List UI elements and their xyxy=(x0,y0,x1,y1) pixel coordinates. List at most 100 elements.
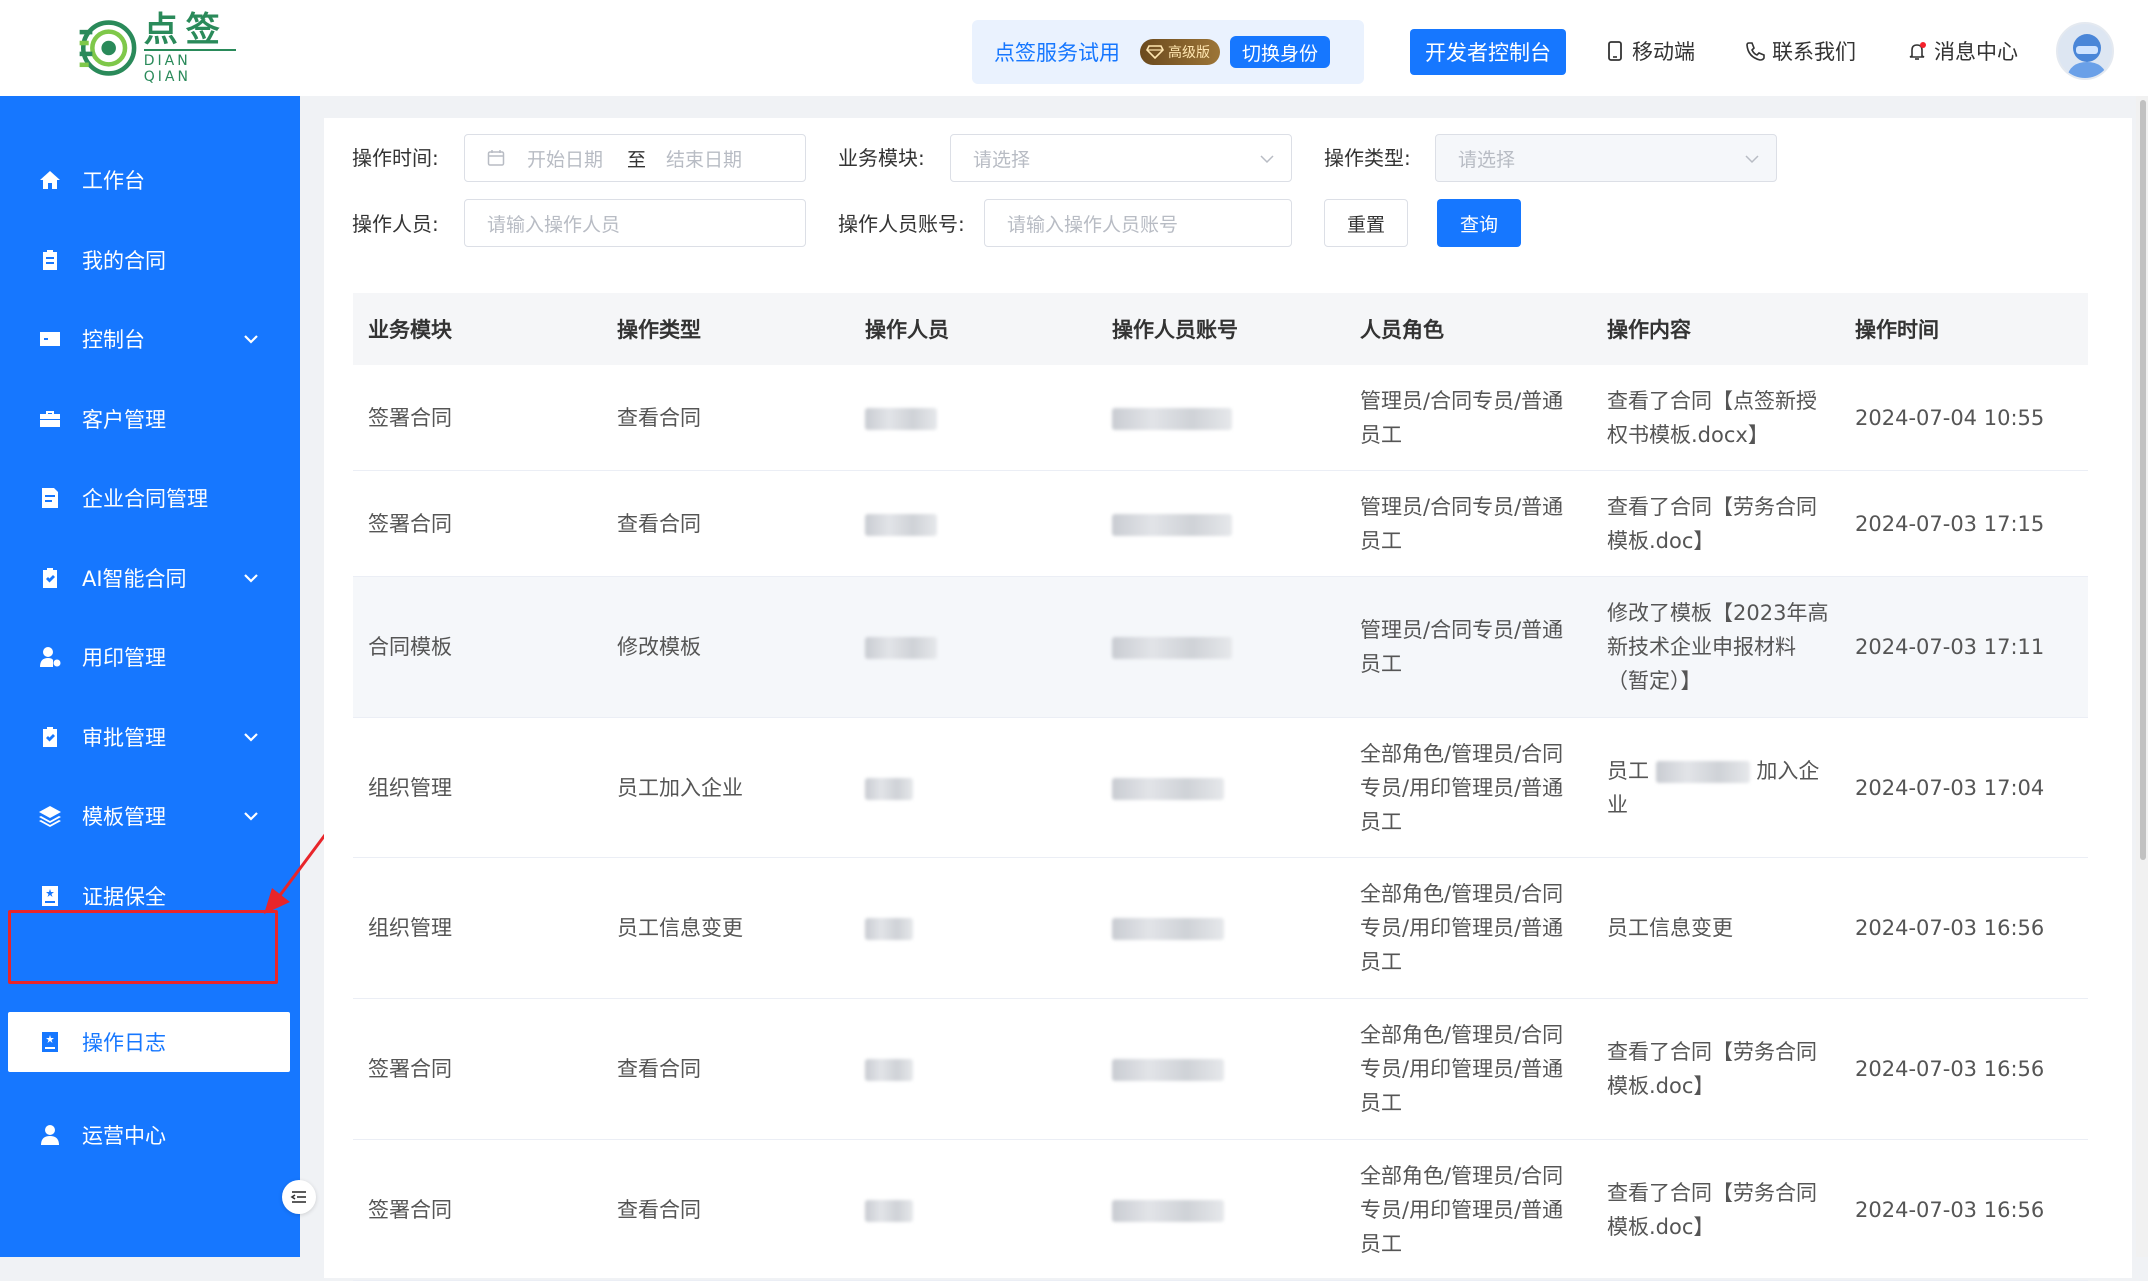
sidebar-item-my-contracts[interactable]: 我的合同 xyxy=(0,230,300,290)
type-select[interactable]: 请选择 xyxy=(1435,134,1777,182)
cell-operator xyxy=(865,507,937,541)
cell-content: 修改了模板【2023年高新技术企业申报材料（暂定）】 xyxy=(1607,601,1829,693)
mobile-link[interactable]: 移动端 xyxy=(1604,36,1695,66)
bell-icon xyxy=(1909,42,1926,60)
cell-type: 员工信息变更 xyxy=(617,916,743,940)
sidebar-item-label: 控制台 xyxy=(82,328,145,352)
cell-account xyxy=(1112,1193,1224,1227)
table-row[interactable]: 签署合同 查看合同 全部角色/管理员/合同专员/用印管理员/普通员工 查看了合同… xyxy=(353,999,2088,1140)
column-header: 操作人员账号 xyxy=(1112,318,1238,342)
switch-identity-button[interactable]: 切换身份 xyxy=(1230,36,1331,68)
page-scrollbar-thumb[interactable] xyxy=(2140,100,2146,860)
cell-time: 2024-07-03 17:15 xyxy=(1855,511,2045,536)
sidebar-item-label: 证据保全 xyxy=(82,885,166,909)
table-row[interactable]: 签署合同 查看合同 管理员/合同专员/普通员工 查看了合同【点签新授权书模板.d… xyxy=(353,365,2088,471)
sidebar-item-operation-log[interactable]: 操作日志 xyxy=(8,1012,290,1072)
avatar-icon xyxy=(2066,34,2108,78)
cell-content: 查看了合同【劳务合同模板.doc】 xyxy=(1607,1040,1817,1098)
account-input[interactable]: 请输入操作人员账号 xyxy=(984,199,1292,247)
cell-content: 员工 加入企业 xyxy=(1607,754,1829,822)
calendar-icon xyxy=(487,150,505,166)
diamond-icon xyxy=(1146,45,1164,59)
cell-type: 修改模板 xyxy=(617,635,701,659)
cell-type: 查看合同 xyxy=(617,511,701,536)
briefcase-icon xyxy=(40,411,60,427)
phone-icon xyxy=(1746,42,1765,61)
cell-account xyxy=(1112,911,1224,945)
cell-content: 员工信息变更 xyxy=(1607,916,1733,940)
table-row[interactable]: 签署合同 查看合同 全部角色/管理员/合同专员/用印管理员/普通员工 查看了合同… xyxy=(353,1140,2088,1281)
developer-console-button[interactable]: 开发者控制台 xyxy=(1410,29,1566,75)
cell-operator xyxy=(865,1193,913,1227)
date-range-picker[interactable]: 开始日期 至 结束日期 xyxy=(464,134,806,182)
cell-role: 全部角色/管理员/合同专员/用印管理员/普通员工 xyxy=(1360,1164,1564,1256)
column-header: 操作类型 xyxy=(617,318,701,342)
cell-type: 查看合同 xyxy=(617,405,701,430)
chevron-down-icon xyxy=(1745,155,1759,164)
column-header: 业务模块 xyxy=(368,318,452,342)
trial-banner: 点签服务试用 高级版 切换身份 xyxy=(972,20,1364,84)
home-icon xyxy=(40,171,60,189)
person-icon xyxy=(41,1125,59,1145)
sidebar-item-workbench[interactable]: 工作台 xyxy=(0,150,300,210)
sidebar-item-seal-management[interactable]: 用印管理 xyxy=(0,627,300,687)
sidebar-item-ai-contracts[interactable]: AI智能合同 xyxy=(0,548,300,608)
query-button[interactable]: 查询 xyxy=(1437,199,1521,247)
cell-module: 合同模板 xyxy=(368,635,452,659)
sidebar-item-label: 运营中心 xyxy=(82,1124,166,1148)
logo[interactable]: 点签 DIAN QIAN xyxy=(76,11,236,85)
column-header: 人员角色 xyxy=(1360,318,1444,342)
sidebar-item-label: 客户管理 xyxy=(82,408,166,432)
cell-account xyxy=(1112,507,1232,541)
evidence-icon xyxy=(42,886,58,906)
sidebar-item-label: AI智能合同 xyxy=(82,567,187,591)
trial-link[interactable]: 点签服务试用 xyxy=(994,37,1120,67)
chevron-down-icon xyxy=(1260,155,1274,164)
operator-input[interactable]: 请输入操作人员 xyxy=(464,199,806,247)
approve-icon xyxy=(43,727,57,747)
cell-time: 2024-07-03 16:56 xyxy=(1855,916,2045,940)
user-avatar[interactable] xyxy=(2056,22,2114,80)
sidebar-item-templates[interactable]: 模板管理 xyxy=(0,786,300,846)
sidebar-item-evidence[interactable]: 证据保全 xyxy=(0,866,300,926)
contact-link[interactable]: 联系我们 xyxy=(1744,36,1856,66)
cell-operator xyxy=(865,401,937,435)
cell-module: 签署合同 xyxy=(368,405,452,430)
sidebar-item-operations-center[interactable]: 运营中心 xyxy=(0,1105,300,1165)
mobile-link-label: 移动端 xyxy=(1632,40,1695,64)
cell-module: 签署合同 xyxy=(368,1198,452,1222)
sidebar-item-label: 企业合同管理 xyxy=(82,487,208,511)
cell-role: 管理员/合同专员/普通员工 xyxy=(1360,494,1564,553)
cell-account xyxy=(1112,771,1224,805)
logo-en-text: DIAN QIAN xyxy=(143,49,236,85)
module-select[interactable]: 请选择 xyxy=(950,134,1292,182)
sidebar-item-enterprise-contracts[interactable]: 企业合同管理 xyxy=(0,468,300,528)
table-row[interactable]: 组织管理 员工信息变更 全部角色/管理员/合同专员/用印管理员/普通员工 员工信… xyxy=(353,858,2088,999)
message-center-link[interactable]: 消息中心 xyxy=(1906,36,2018,66)
chevron-down-icon xyxy=(244,812,258,821)
sidebar-item-approvals[interactable]: 审批管理 xyxy=(0,707,300,767)
premium-badge: 高级版 xyxy=(1140,39,1220,65)
sidebar-item-label: 工作台 xyxy=(82,169,145,193)
collapse-sidebar-button[interactable] xyxy=(282,1180,316,1214)
cell-time: 2024-07-03 17:11 xyxy=(1855,635,2045,659)
sidebar-item-customers[interactable]: 客户管理 xyxy=(0,389,300,449)
sidebar-item-console[interactable]: 控制台 xyxy=(0,309,300,369)
end-date-input[interactable]: 结束日期 xyxy=(666,145,742,172)
table-row[interactable]: 组织管理 员工加入企业 全部角色/管理员/合同专员/用印管理员/普通员工 员工 … xyxy=(353,718,2088,858)
cell-content: 查看了合同【点签新授权书模板.docx】 xyxy=(1607,388,1817,447)
cell-time: 2024-07-04 10:55 xyxy=(1855,405,2045,430)
sidebar-item-label: 模板管理 xyxy=(82,805,166,829)
table-row[interactable]: 签署合同 查看合同 管理员/合同专员/普通员工 查看了合同【劳务合同模板.doc… xyxy=(353,471,2088,577)
reset-button[interactable]: 重置 xyxy=(1324,199,1408,247)
start-date-input[interactable]: 开始日期 xyxy=(527,145,603,172)
sidebar-item-label: 操作日志 xyxy=(82,1031,166,1055)
cell-time: 2024-07-03 16:56 xyxy=(1855,1198,2045,1222)
cell-role: 管理员/合同专员/普通员工 xyxy=(1360,388,1564,447)
cell-operator xyxy=(865,630,937,664)
sidebar: 工作台 我的合同 控制台 客户管理 企业合同管理 AI智能合同 用印管理 审批管… xyxy=(0,96,300,1257)
cell-role: 管理员/合同专员/普通员工 xyxy=(1360,618,1564,676)
cell-operator xyxy=(865,771,913,805)
table-row[interactable]: 合同模板 修改模板 管理员/合同专员/普通员工 修改了模板【2023年高新技术企… xyxy=(353,577,2088,718)
account-label: 操作人员账号: xyxy=(838,212,965,236)
